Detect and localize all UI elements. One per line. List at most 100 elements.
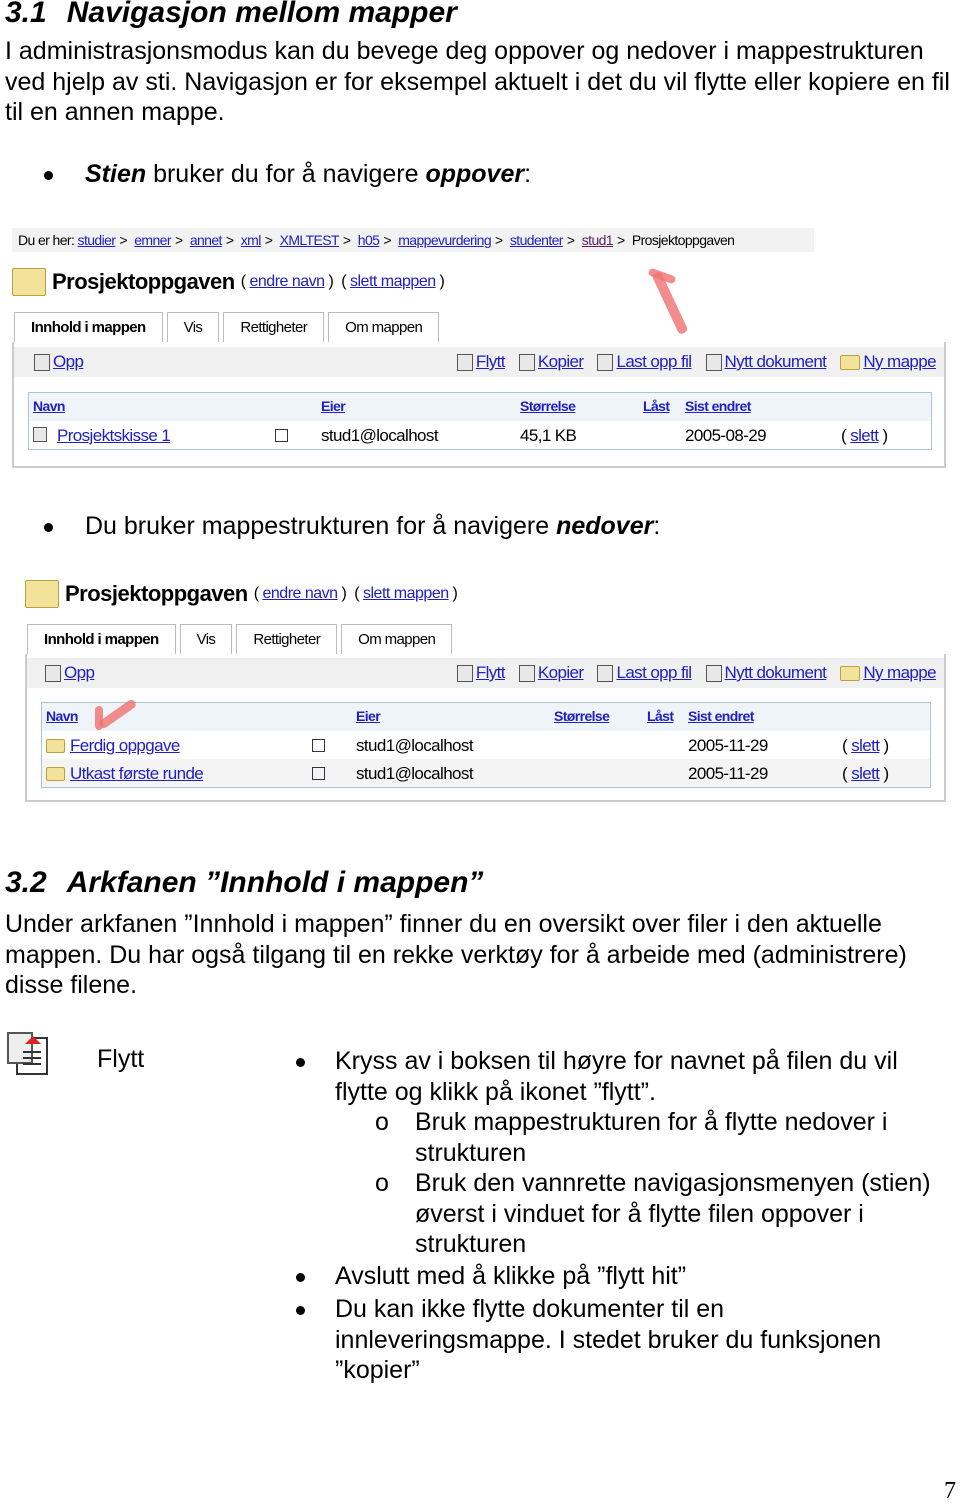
date: 2005-11-29 bbox=[688, 764, 768, 783]
delete-link[interactable]: slett bbox=[851, 764, 880, 783]
col-size[interactable]: Størrelse bbox=[520, 398, 576, 414]
copy-button[interactable]: Kopier bbox=[518, 663, 584, 683]
breadcrumb-link[interactable]: annet bbox=[190, 232, 223, 248]
text: : bbox=[524, 160, 532, 188]
section-heading-3-1: 3.1 Navigasjon mellom mapper bbox=[5, 0, 457, 30]
sep: > bbox=[617, 232, 625, 248]
col-name[interactable]: Navn bbox=[46, 708, 78, 724]
copy-link[interactable]: Kopier bbox=[538, 352, 584, 372]
upload-link[interactable]: Last opp fil bbox=[616, 352, 692, 372]
select-checkbox[interactable] bbox=[275, 429, 288, 442]
copy-icon bbox=[518, 353, 535, 371]
up-button[interactable]: Opp bbox=[34, 352, 84, 372]
new-document-icon bbox=[705, 664, 722, 682]
new-document-link[interactable]: Nytt dokument bbox=[725, 663, 827, 683]
document-icon bbox=[33, 427, 47, 442]
upload-button[interactable]: Last opp fil bbox=[597, 352, 692, 372]
delete-link[interactable]: slett bbox=[851, 736, 880, 755]
tab-about[interactable]: Om mappen bbox=[328, 312, 440, 343]
em-text: Stien bbox=[85, 160, 147, 188]
upload-link[interactable]: Last opp fil bbox=[616, 663, 692, 683]
up-icon bbox=[45, 664, 61, 682]
move-link[interactable]: Flytt bbox=[476, 352, 506, 372]
move-button[interactable]: Flytt bbox=[456, 663, 506, 683]
up-link[interactable]: Opp bbox=[64, 663, 95, 683]
copy-button[interactable]: Kopier bbox=[518, 352, 584, 372]
move-button[interactable]: Flytt bbox=[456, 352, 506, 372]
new-folder-icon bbox=[840, 354, 861, 370]
move-link[interactable]: Flytt bbox=[476, 663, 506, 683]
strong-text: oppover bbox=[425, 160, 525, 188]
move-step-2: Avslutt med å klikke på ”flytt hit” bbox=[335, 1262, 687, 1290]
delete-folder-link[interactable]: slett mappen bbox=[363, 585, 449, 602]
move-document-icon bbox=[7, 1032, 48, 1075]
upload-button[interactable]: Last opp fil bbox=[597, 663, 692, 683]
col-modified[interactable]: Sist endret bbox=[688, 708, 754, 724]
col-name[interactable]: Navn bbox=[33, 398, 65, 414]
delete-folder-link[interactable]: slett mappen bbox=[350, 273, 436, 290]
bullet-dot bbox=[44, 171, 53, 180]
new-folder-button[interactable]: Ny mappe bbox=[840, 352, 937, 372]
tab-permissions[interactable]: Rettigheter bbox=[236, 624, 338, 655]
table-row: Ferdig oppgave stud1@localhost 2005-11-2… bbox=[42, 731, 930, 759]
sep: > bbox=[174, 232, 183, 248]
tab-view[interactable]: Vis bbox=[179, 624, 233, 655]
folder-icon bbox=[46, 739, 65, 753]
file-link[interactable]: Prosjektskisse 1 bbox=[57, 426, 171, 446]
new-folder-link[interactable]: Ny mappe bbox=[863, 663, 936, 683]
col-locked[interactable]: Låst bbox=[643, 398, 670, 414]
section-heading-3-2: 3.2 Arkfanen ”Innhold i mappen” bbox=[5, 866, 483, 900]
table-header: Navn Eier Størrelse Låst Sist endret bbox=[42, 703, 930, 731]
file-table: Navn Eier Størrelse Låst Sist endret Fer… bbox=[41, 702, 931, 788]
owner: stud1@localhost bbox=[356, 764, 474, 783]
col-size[interactable]: Størrelse bbox=[554, 708, 610, 724]
new-folder-link[interactable]: Ny mappe bbox=[863, 352, 936, 372]
new-document-button[interactable]: Nytt dokument bbox=[705, 352, 827, 372]
select-checkbox[interactable] bbox=[312, 739, 325, 752]
folder-link[interactable]: Utkast første runde bbox=[70, 764, 204, 784]
new-document-icon bbox=[705, 353, 722, 371]
move-step-1: Kryss av i boksen til høyre for navnet p… bbox=[335, 1047, 898, 1106]
breadcrumb-link[interactable]: mappevurdering bbox=[398, 232, 491, 248]
contents-panel: Opp Flytt Kopier Last opp fil Nytt dokum… bbox=[12, 342, 946, 468]
folder-link[interactable]: Ferdig oppgave bbox=[70, 736, 180, 756]
sep: > bbox=[264, 232, 273, 248]
page-number: 7 bbox=[944, 1478, 956, 1504]
toolbar: Opp Flytt Kopier Last opp fil Nytt dokum… bbox=[27, 658, 944, 688]
breadcrumb-link[interactable]: studier bbox=[78, 232, 116, 248]
copy-link[interactable]: Kopier bbox=[538, 663, 584, 683]
up-button[interactable]: Opp bbox=[45, 663, 95, 683]
breadcrumb-link[interactable]: h05 bbox=[358, 232, 380, 248]
sep: > bbox=[566, 232, 575, 248]
up-link[interactable]: Opp bbox=[53, 352, 84, 372]
new-document-button[interactable]: Nytt dokument bbox=[705, 663, 827, 683]
tab-view[interactable]: Vis bbox=[166, 312, 220, 343]
tab-about[interactable]: Om mappen bbox=[341, 624, 453, 655]
new-document-link[interactable]: Nytt dokument bbox=[725, 352, 827, 372]
breadcrumb-link[interactable]: stud1 bbox=[582, 232, 614, 248]
delete-link[interactable]: slett bbox=[850, 426, 879, 445]
new-folder-button[interactable]: Ny mappe bbox=[840, 663, 937, 683]
text: bruker du for å navigere bbox=[146, 160, 426, 188]
col-modified[interactable]: Sist endret bbox=[685, 398, 751, 414]
rename-link[interactable]: endre navn bbox=[263, 585, 339, 602]
owner: stud1@localhost bbox=[321, 426, 439, 445]
owner: stud1@localhost bbox=[356, 736, 474, 755]
sub-bullet-marker: o bbox=[375, 1108, 389, 1136]
up-icon bbox=[34, 353, 50, 371]
breadcrumb-link[interactable]: emner bbox=[134, 232, 171, 248]
tab-permissions[interactable]: Rettigheter bbox=[223, 312, 325, 343]
col-owner[interactable]: Eier bbox=[356, 708, 381, 724]
date: 2005-11-29 bbox=[688, 736, 768, 755]
col-owner[interactable]: Eier bbox=[321, 398, 346, 414]
breadcrumb-link[interactable]: studenter bbox=[510, 232, 564, 248]
select-checkbox[interactable] bbox=[312, 767, 325, 780]
section-title: Navigasjon mellom mapper bbox=[66, 0, 457, 29]
col-locked[interactable]: Låst bbox=[647, 708, 674, 724]
breadcrumb-link[interactable]: xml bbox=[241, 232, 262, 248]
bullet-dot bbox=[296, 1306, 305, 1315]
breadcrumb-link[interactable]: XMLTEST bbox=[280, 232, 340, 248]
folder-title-bar: Prosjektoppgaven ( endre navn ) ( slett … bbox=[12, 268, 445, 296]
rename-link[interactable]: endre navn bbox=[250, 273, 326, 290]
move-step-3: Du kan ikke flytte dokumenter til en inn… bbox=[335, 1295, 882, 1384]
